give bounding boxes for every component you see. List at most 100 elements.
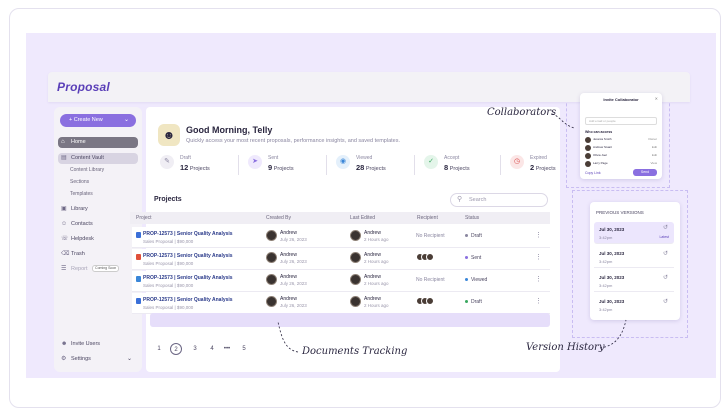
avatar <box>350 274 361 285</box>
divider <box>414 155 415 175</box>
avatar <box>350 252 361 263</box>
pagination-page[interactable]: 4 <box>206 343 218 355</box>
version-history-panel: PREVIOUS VERSIONS Jul 30, 2023 3:42pm La… <box>590 202 680 320</box>
stat-unit: Projects <box>189 166 210 172</box>
collaborator-row[interactable]: Jessica Smith Owner <box>585 137 657 144</box>
version-date: Jul 30, 2023 <box>599 251 625 256</box>
sidebar: + Create New ⌄ ⌂ Home ▤ Content Vault Co… <box>54 107 142 372</box>
collaborator-row[interactable]: Andrew Stuart Edit <box>585 145 657 152</box>
creator-name: Andrew <box>280 274 297 280</box>
project-title[interactable]: PROP-12573 | Senior Quality Analysis <box>143 231 233 237</box>
project-subtitle: Sales Proposal | $90,000 <box>143 283 194 288</box>
stat-count: 8 <box>444 163 449 172</box>
collaborator-role[interactable]: Edit <box>652 153 657 157</box>
app-logo[interactable]: Proposal <box>57 80 110 94</box>
more-options-icon[interactable]: ⋮ <box>535 297 542 305</box>
created-date: July 26, 2023 <box>280 237 307 242</box>
restore-icon[interactable]: ↺ <box>663 224 668 231</box>
version-time: 3:42pm <box>599 283 613 288</box>
search-input[interactable]: ⚲ Search <box>450 193 548 207</box>
table-row[interactable]: PROP-12573 | Senior Quality Analysis Sale… <box>132 227 550 248</box>
collaborator-row[interactable]: Olivia Joel Edit <box>585 153 657 160</box>
column-header-project[interactable]: Project <box>136 215 152 221</box>
chevron-down-icon: ⌄ <box>123 117 129 123</box>
document-icon <box>136 276 141 282</box>
collaborator-role[interactable]: Edit <box>652 145 657 149</box>
avatar <box>350 296 361 307</box>
stat-count: 28 <box>356 163 365 172</box>
stat-value: 12 Projects <box>180 163 210 172</box>
column-header-created-by[interactable]: Created By <box>266 215 291 221</box>
document-icon <box>136 298 141 304</box>
column-header-last-edited[interactable]: Last Edited <box>350 215 375 221</box>
collaborator-row[interactable]: Larry Page View <box>585 161 657 168</box>
version-item[interactable]: Jul 30, 2023 3:42pm ↺ <box>594 246 674 268</box>
divider <box>500 155 501 175</box>
pencil-icon: ✎ <box>160 155 174 169</box>
trash-icon: ⌫ <box>61 251 70 257</box>
sidebar-sub-sections[interactable]: Sections <box>70 179 89 185</box>
greeting-avatar: ☻ <box>158 124 180 146</box>
collaborator-name: Jessica Smith <box>593 137 612 141</box>
pagination-page[interactable]: 3 <box>189 343 201 355</box>
version-time: 3:42pm <box>599 235 613 240</box>
column-header-status[interactable]: Status <box>465 215 479 221</box>
pagination-page[interactable]: 2 <box>170 343 182 355</box>
version-item[interactable]: Jul 30, 2023 3:42pm ↺ <box>594 294 674 316</box>
divider <box>326 155 327 175</box>
version-history-title: PREVIOUS VERSIONS <box>596 210 644 215</box>
search-icon: ⚲ <box>457 196 463 203</box>
create-new-button[interactable]: + Create New ⌄ <box>60 114 136 127</box>
greeting-subtitle: Quickly access your most recent proposal… <box>186 138 400 144</box>
restore-icon[interactable]: ↺ <box>663 250 668 257</box>
sidebar-item-home[interactable]: ⌂ Home <box>58 137 138 148</box>
more-options-icon[interactable]: ⋮ <box>535 253 542 261</box>
more-options-icon[interactable]: ⋮ <box>535 231 542 239</box>
restore-icon[interactable]: ↺ <box>663 298 668 305</box>
sidebar-item-contacts[interactable]: ☺ Contacts <box>58 219 138 230</box>
recipient-text: No Recipient <box>416 233 445 239</box>
greeting-title: Good Morning, Telly <box>186 125 273 135</box>
project-title[interactable]: PROP-12573 | Senior Quality Analysis <box>143 253 233 259</box>
sidebar-item-library[interactable]: ▣ Library <box>58 204 138 215</box>
collaborator-role[interactable]: View <box>651 161 657 165</box>
sidebar-item-report: ☰ Report Coming Soon <box>58 264 138 275</box>
callout-collaborators: Collaborators <box>487 107 557 118</box>
close-icon[interactable]: ✕ <box>655 96 658 101</box>
sidebar-item-helpdesk[interactable]: ☏ Helpdesk <box>58 234 138 245</box>
sidebar-item-settings[interactable]: ⚙ Settings ⌄ <box>58 354 138 365</box>
avatar <box>266 252 277 263</box>
sidebar-item-trash[interactable]: ⌫ Trash <box>58 249 138 260</box>
sidebar-sub-content-library[interactable]: Content Library <box>70 167 104 173</box>
table-header: Project Created By Last Edited Recipient… <box>130 212 550 224</box>
table-row[interactable]: PROP-12573 | Senior Quality Analysis Sale… <box>132 271 550 292</box>
project-subtitle: Sales Proposal | $90,000 <box>143 305 194 310</box>
callout-version-history: Version History <box>526 342 605 353</box>
pagination-page[interactable]: 5 <box>238 343 250 355</box>
project-title[interactable]: PROP-12573 | Senior Quality Analysis <box>143 275 233 281</box>
collaborator-role[interactable]: Owner <box>648 137 657 141</box>
status-dot <box>465 234 468 238</box>
project-title[interactable]: PROP-12573 | Senior Quality Analysis <box>143 297 233 303</box>
restore-icon[interactable]: ↺ <box>663 274 668 281</box>
callout-documents-tracking: Documents Tracking <box>302 346 408 357</box>
create-new-label: + Create New <box>69 117 103 123</box>
sidebar-sub-templates[interactable]: Templates <box>70 191 93 197</box>
table-row[interactable]: PROP-12573 | Senior Quality Analysis Sale… <box>132 249 550 270</box>
pagination-page[interactable]: 1 <box>153 343 165 355</box>
stat-label: Viewed <box>356 155 373 161</box>
copy-link-button[interactable]: Copy Link <box>585 171 601 175</box>
table-row[interactable]: PROP-12573 | Senior Quality Analysis Sale… <box>132 293 550 314</box>
more-options-icon[interactable]: ⋮ <box>535 275 542 283</box>
sidebar-item-content-vault[interactable]: ▤ Content Vault <box>58 153 138 164</box>
created-date: July 26, 2023 <box>280 303 307 308</box>
collaborator-email-input[interactable]: Add email or people <box>585 117 657 125</box>
version-item[interactable]: Jul 30, 2023 3:42pm Latest ↺ <box>594 222 674 244</box>
sidebar-item-invite-users[interactable]: ☻ Invite Users <box>58 339 138 350</box>
vault-icon: ▤ <box>61 155 67 161</box>
version-item[interactable]: Jul 30, 2023 3:42pm ↺ <box>594 270 674 292</box>
report-icon: ☰ <box>61 266 67 272</box>
send-button[interactable]: Send <box>633 169 657 176</box>
column-header-recipient[interactable]: Recipient <box>417 215 438 221</box>
sidebar-item-label: Contacts <box>71 221 93 227</box>
